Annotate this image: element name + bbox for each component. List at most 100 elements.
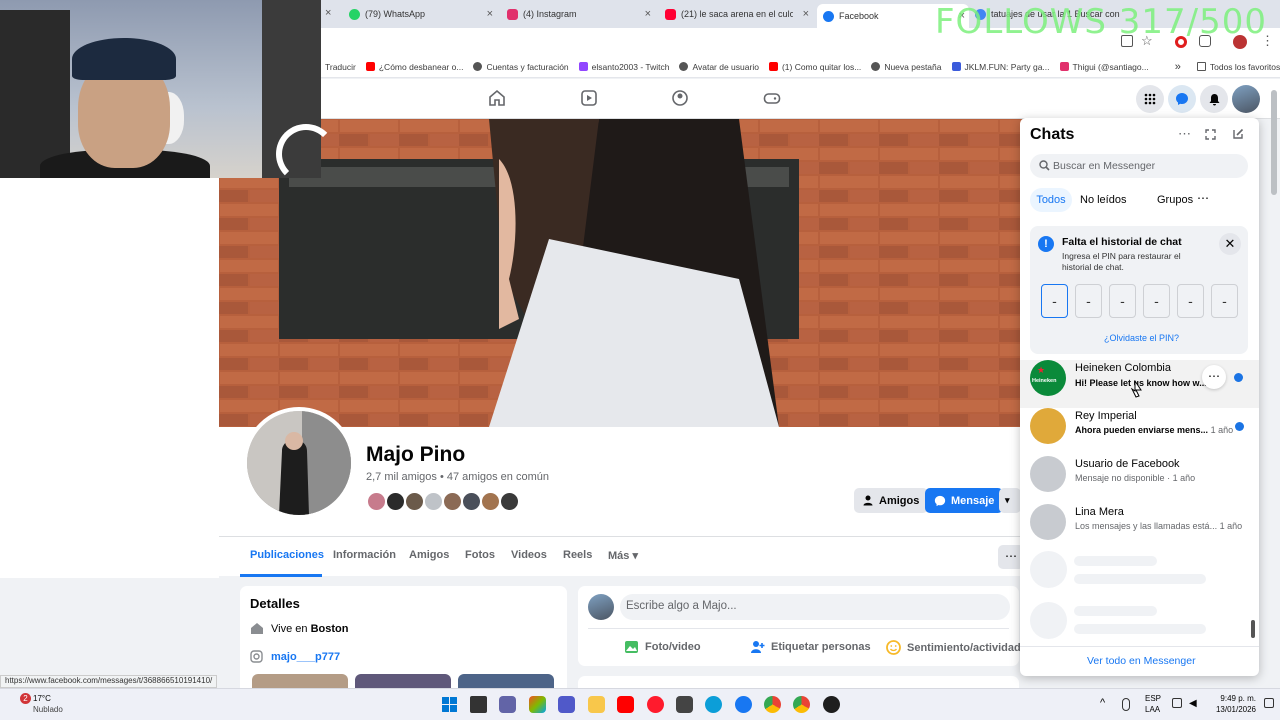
pin-digit-input[interactable]: -: [1177, 284, 1204, 318]
calculator-icon[interactable]: [676, 696, 693, 713]
friends-button[interactable]: Amigos: [854, 488, 929, 513]
bookmark-item[interactable]: elsanto2003 - Twitch: [578, 62, 669, 72]
filter-groups[interactable]: Grupos: [1157, 194, 1193, 206]
weather-desc[interactable]: Nublado: [33, 705, 63, 714]
language-code[interactable]: ESP: [1145, 694, 1161, 703]
messenger-search-field[interactable]: Buscar en Messenger: [1030, 154, 1248, 178]
groups-icon[interactable]: [671, 89, 689, 107]
see-all-messenger-link[interactable]: Ver todo en Messenger: [1087, 655, 1196, 667]
tab-more[interactable]: Más ▾: [608, 549, 638, 562]
chrome-icon[interactable]: [764, 696, 781, 713]
mutual-friend-avatar[interactable]: [461, 491, 482, 512]
tab-whatsapp[interactable]: (79) WhatsApp ×: [349, 4, 497, 24]
mutual-friend-avatar[interactable]: [385, 491, 406, 512]
messenger-button[interactable]: [1168, 85, 1196, 113]
pin-digit-input[interactable]: -: [1041, 284, 1068, 318]
language-layout[interactable]: LAA: [1145, 705, 1160, 714]
video-icon[interactable]: [580, 89, 598, 107]
cover-photo[interactable]: [219, 119, 1024, 427]
expand-icon[interactable]: [1205, 129, 1216, 140]
copilot-icon[interactable]: [529, 696, 546, 713]
friends-count[interactable]: 2,7 mil amigos • 47 amigos en común: [366, 471, 549, 483]
mutual-friend-avatar[interactable]: [404, 491, 425, 512]
windows-start-icon[interactable]: [441, 696, 458, 713]
page-scrollbar-thumb[interactable]: [1271, 90, 1277, 195]
mutual-friend-avatar[interactable]: [423, 491, 444, 512]
tab-youtube[interactable]: (21) le saca arena en el culo a u ×: [665, 4, 813, 24]
lives-in-city[interactable]: Boston: [311, 623, 349, 635]
chrome-profile-icon[interactable]: [793, 696, 810, 713]
close-tab-icon[interactable]: ×: [325, 7, 331, 19]
clock-time[interactable]: 9:49 p. m.: [1216, 694, 1256, 703]
bookmark-item[interactable]: JKLM.FUN: Party ga...: [951, 62, 1050, 72]
chat-item[interactable]: Lina Mera Los mensajes y las llamadas es…: [1020, 498, 1259, 546]
close-tab-icon[interactable]: ×: [803, 8, 809, 20]
mutual-friend-avatar[interactable]: [442, 491, 463, 512]
new-message-icon[interactable]: [1232, 128, 1244, 140]
chat-options-button[interactable]: ⋯: [1202, 365, 1226, 389]
tab-photos[interactable]: Fotos: [465, 549, 495, 561]
task-view-icon[interactable]: [470, 696, 487, 713]
bookmark-item[interactable]: Thigui (@santiago...: [1059, 62, 1149, 72]
obs-icon[interactable]: [823, 696, 840, 713]
composer-input[interactable]: Escribe algo a Majo...: [620, 594, 1010, 620]
instagram-link[interactable]: majo___p777: [271, 651, 340, 663]
weather-temp[interactable]: 17°C: [33, 694, 51, 703]
bookmark-item[interactable]: ¿Cómo desbanear o...: [365, 62, 463, 72]
bookmark-item[interactable]: Avatar de usuario: [679, 62, 759, 72]
home-icon[interactable]: [488, 89, 506, 107]
chat-item[interactable]: Rey Imperial Ahora pueden enviarse mens.…: [1020, 402, 1259, 450]
close-tab-icon[interactable]: ×: [645, 8, 651, 20]
photo-video-button[interactable]: Foto/video: [624, 640, 701, 654]
facebook-icon[interactable]: [735, 696, 752, 713]
notifications-center-icon[interactable]: [1264, 698, 1274, 708]
mutual-friend-avatar[interactable]: [366, 491, 387, 512]
show-hidden-icons[interactable]: ^: [1100, 697, 1105, 709]
message-button[interactable]: Mensaje: [925, 488, 1004, 513]
pin-digit-input[interactable]: -: [1075, 284, 1102, 318]
profile-picture[interactable]: [243, 407, 355, 519]
close-icon[interactable]: ✕: [1219, 233, 1241, 255]
bookmark-item[interactable]: Cuentas y facturación: [473, 62, 569, 72]
tag-people-button[interactable]: Etiquetar personas: [750, 640, 871, 654]
mutual-friend-avatar[interactable]: [499, 491, 520, 512]
tab-friends[interactable]: Amigos: [409, 549, 449, 561]
chat-app-icon[interactable]: [499, 696, 516, 713]
scrollbar-thumb[interactable]: [1251, 620, 1255, 638]
notifications-button[interactable]: [1200, 85, 1228, 113]
account-avatar-button[interactable]: [1232, 85, 1260, 113]
tab-instagram[interactable]: (4) Instagram ×: [507, 4, 655, 24]
network-icon[interactable]: [1172, 698, 1182, 708]
page-scrollbar[interactable]: [1271, 85, 1277, 675]
chat-item[interactable]: Usuario de Facebook Mensaje no disponibl…: [1020, 450, 1259, 498]
tab-about[interactable]: Información: [333, 549, 396, 561]
bookmark-item[interactable]: (1) Como quitar los...: [768, 62, 861, 72]
mutual-friend-avatar[interactable]: [480, 491, 501, 512]
edge-icon[interactable]: [705, 696, 722, 713]
pin-digit-input[interactable]: -: [1109, 284, 1136, 318]
close-tab-icon[interactable]: ×: [487, 8, 493, 20]
microphone-icon[interactable]: [1122, 698, 1130, 711]
bookmark-item[interactable]: Traducir: [325, 62, 356, 72]
teams-icon[interactable]: [558, 696, 575, 713]
volume-icon[interactable]: ◀: [1189, 698, 1197, 709]
pin-digit-input[interactable]: -: [1211, 284, 1238, 318]
bookmark-item[interactable]: Nueva pestaña: [871, 62, 942, 72]
pin-digit-input[interactable]: -: [1143, 284, 1170, 318]
all-favorites-folder[interactable]: Todos los favoritos: [1196, 62, 1280, 72]
tab-reels[interactable]: Reels: [563, 549, 592, 561]
chat-list-scrollbar[interactable]: [1251, 370, 1255, 644]
filter-unread[interactable]: No leídos: [1080, 194, 1126, 206]
file-explorer-icon[interactable]: [588, 696, 605, 713]
tab-posts[interactable]: Publicaciones: [250, 549, 324, 561]
tab-videos[interactable]: Videos: [511, 549, 547, 561]
more-options-button[interactable]: ▾: [999, 488, 1021, 513]
more-bookmarks-icon[interactable]: »: [1175, 61, 1181, 73]
gaming-icon[interactable]: [763, 89, 781, 107]
clock-date[interactable]: 13/01/2026: [1208, 705, 1256, 714]
youtube-icon[interactable]: [617, 696, 634, 713]
forgot-pin-link[interactable]: ¿Olvidaste el PIN?: [1104, 333, 1179, 343]
filter-all[interactable]: Todos: [1030, 188, 1072, 212]
menu-grid-button[interactable]: [1136, 85, 1164, 113]
feeling-activity-button[interactable]: Sentimiento/actividad: [886, 640, 1021, 655]
